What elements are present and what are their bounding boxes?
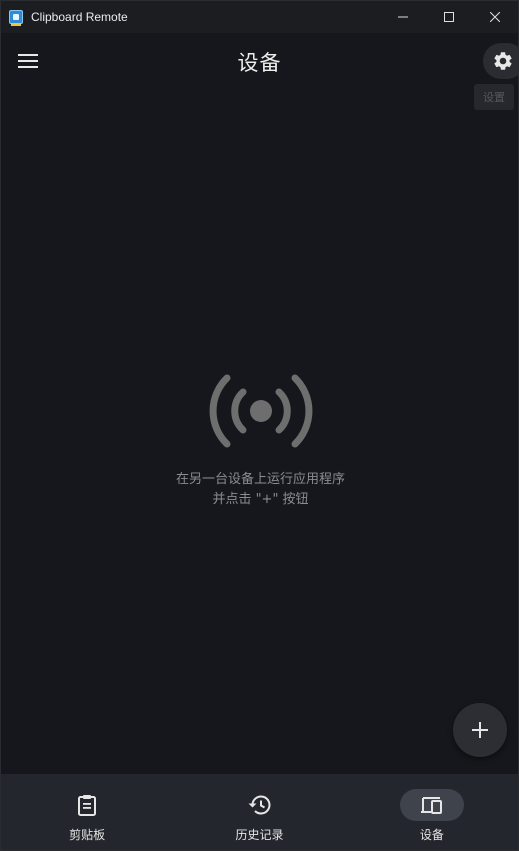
empty-state-line-2: 并点击 "+" 按钮: [212, 492, 309, 507]
gear-icon: [494, 52, 512, 70]
nav-item-clipboard[interactable]: 剪贴板: [1, 774, 173, 850]
empty-state-message: 在另一台设备上运行应用程序 并点击 "+" 按钮: [1, 470, 519, 510]
title-bar[interactable]: Clipboard Remote: [1, 1, 518, 33]
nav-label-devices: 设备: [419, 828, 444, 842]
settings-button[interactable]: [483, 43, 519, 79]
app-logo-icon: [9, 10, 23, 26]
app-bar: 设备: [1, 33, 519, 89]
app-window: Clipboard Remote 设备 设置 在另一台设备上运行应用程序 并点击…: [0, 0, 519, 851]
devices-icon: [420, 797, 442, 814]
plus-icon: [472, 722, 488, 738]
maximize-button[interactable]: [426, 1, 472, 33]
settings-tooltip: 设置: [474, 84, 514, 110]
empty-state-line-1: 在另一台设备上运行应用程序: [175, 472, 345, 487]
nav-label-clipboard: 剪贴板: [69, 828, 106, 842]
broadcast-icon: [209, 374, 312, 448]
nav-label-history: 历史记录: [235, 828, 284, 842]
close-icon: [490, 12, 500, 22]
clipboard-icon: [78, 795, 97, 816]
nav-item-devices[interactable]: 设备: [346, 774, 518, 850]
nav-active-indicator: [399, 789, 464, 821]
window-controls: [380, 1, 518, 33]
nav-icon-container: [55, 789, 119, 821]
nav-item-history[interactable]: 历史记录: [173, 774, 345, 850]
empty-state: 在另一台设备上运行应用程序 并点击 "+" 按钮: [1, 366, 519, 510]
minimize-button[interactable]: [380, 1, 426, 33]
add-device-button[interactable]: [453, 703, 507, 757]
close-button[interactable]: [472, 1, 518, 33]
window-title: Clipboard Remote: [31, 10, 128, 24]
bottom-navigation: 剪贴板 历史记录 设备: [1, 774, 518, 850]
history-icon: [248, 795, 271, 815]
minimize-icon: [398, 16, 408, 18]
nav-icon-container: [227, 789, 291, 821]
maximize-icon: [444, 12, 454, 22]
page-title: 设备: [237, 51, 282, 75]
